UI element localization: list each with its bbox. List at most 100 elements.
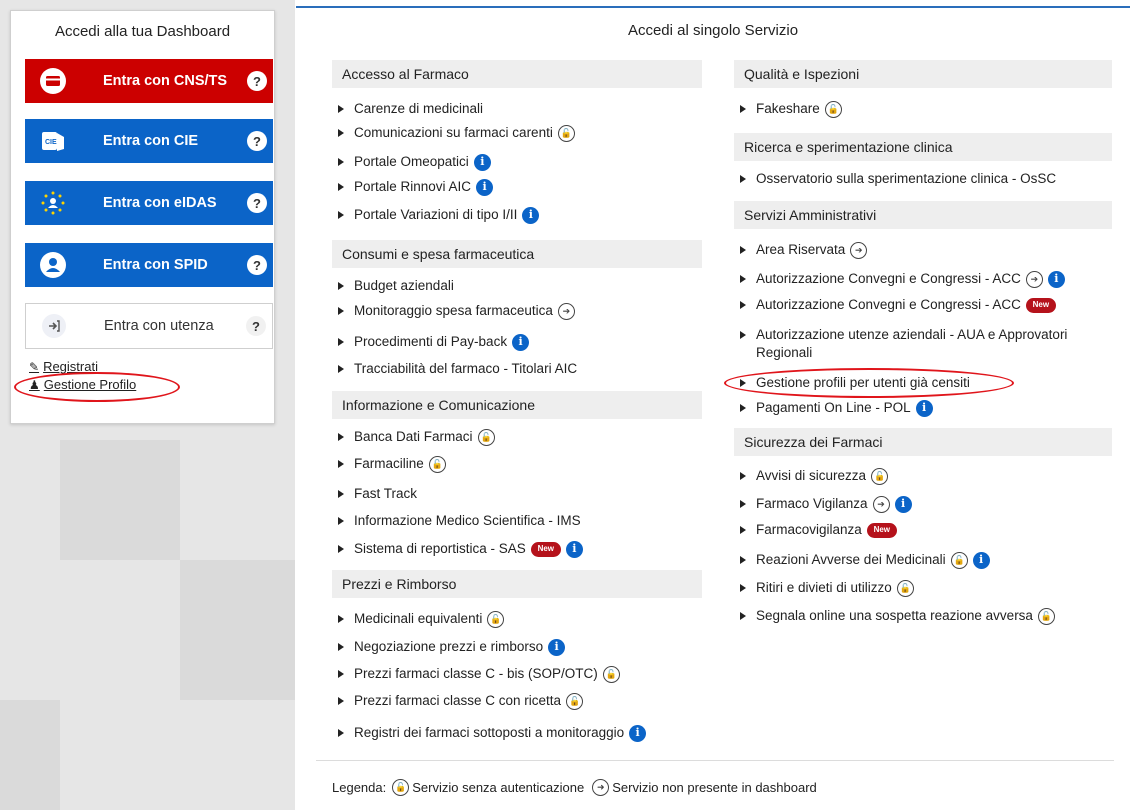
service-label-wrap: Farmaciline 🔓: [354, 455, 446, 473]
service-link[interactable]: Banca Dati Farmaci 🔓: [334, 428, 694, 446]
service-link[interactable]: Segnala online una sospetta reazione avv…: [736, 607, 1104, 625]
service-link[interactable]: Negoziazione prezzi e rimborso i: [334, 638, 694, 656]
service-link[interactable]: Farmaciline 🔓: [334, 455, 694, 473]
login-spid-button[interactable]: Entra con SPID ?: [25, 243, 273, 287]
service-link[interactable]: Area Riservata ➔: [736, 241, 1104, 259]
service-label: Ritiri e divieti di utilizzo: [756, 580, 892, 595]
service-label-wrap: Pagamenti On Line - POL i: [756, 399, 933, 417]
dashboard-panel: Accedi alla tua Dashboard Entra con CNS/…: [10, 10, 275, 424]
service-label: Budget aziendali: [354, 278, 454, 293]
bullet-triangle-icon: [338, 460, 344, 468]
service-link[interactable]: Monitoraggio spesa farmaceutica ➔: [334, 302, 694, 320]
lock-icon: 🔓: [487, 610, 505, 628]
bg-tile: [0, 700, 60, 810]
legend-lock-text: Servizio senza autenticazione: [412, 780, 585, 795]
lock-icon: 🔓: [824, 100, 842, 118]
service-link[interactable]: Farmacovigilanza New: [736, 521, 1104, 539]
section-header: Servizi Amministrativi: [734, 201, 1112, 229]
info-icon: i: [548, 638, 566, 656]
service-label-wrap: Gestione profili per utenti già censiti: [756, 374, 970, 392]
service-link[interactable]: Osservatorio sulla sperimentazione clini…: [736, 170, 1104, 188]
service-label-wrap: Prezzi farmaci classe C con ricetta 🔓: [354, 692, 584, 710]
bullet-triangle-icon: [740, 379, 746, 387]
service-label-wrap: Negoziazione prezzi e rimborso i: [354, 638, 566, 656]
service-label: Banca Dati Farmaci: [354, 429, 473, 444]
service-link[interactable]: Gestione profili per utenti già censiti: [736, 374, 1104, 392]
service-label: Autorizzazione utenze aziendali - AUA e …: [756, 327, 1068, 360]
service-label-wrap: Prezzi farmaci classe C - bis (SOP/OTC) 🔓: [354, 665, 620, 683]
bullet-triangle-icon: [338, 105, 344, 113]
top-accent-line: [296, 6, 1130, 8]
service-link[interactable]: Autorizzazione Convegni e Congressi - AC…: [736, 270, 1104, 288]
service-label-wrap: Avvisi di sicurezza 🔓: [756, 467, 889, 485]
service-link[interactable]: Registri dei farmaci sottoposti a monito…: [334, 724, 694, 742]
login-cns-button[interactable]: Entra con CNS/TS ?: [25, 59, 273, 103]
service-link[interactable]: Tracciabilità del farmaco - Titolari AIC: [334, 360, 694, 378]
service-link[interactable]: Avvisi di sicurezza 🔓: [736, 467, 1104, 485]
service-link[interactable]: Prezzi farmaci classe C - bis (SOP/OTC) 🔓: [334, 665, 694, 683]
service-link[interactable]: Carenze di medicinali: [334, 100, 694, 118]
bullet-triangle-icon: [338, 643, 344, 651]
legend-label: Legenda:: [332, 780, 387, 795]
help-icon[interactable]: ?: [247, 193, 267, 213]
bullet-triangle-icon: [338, 158, 344, 166]
service-link[interactable]: Reazioni Avverse dei Medicinali 🔓 i: [736, 551, 1104, 569]
lock-icon: 🔓: [428, 455, 446, 473]
service-label-wrap: Comunicazioni su farmaci carenti 🔓: [354, 124, 575, 142]
login-arrow-icon: ➔: [872, 495, 890, 513]
service-link[interactable]: Pagamenti On Line - POL i: [736, 399, 1104, 417]
service-label: Farmaciline: [354, 456, 424, 471]
service-label: Osservatorio sulla sperimentazione clini…: [756, 171, 1057, 186]
help-icon[interactable]: ?: [247, 71, 267, 91]
lock-icon: 🔓: [896, 579, 914, 597]
service-label: Farmaco Vigilanza: [756, 496, 868, 511]
service-link[interactable]: Medicinali equivalenti 🔓: [334, 610, 694, 628]
service-link[interactable]: Sistema di reportistica - SAS New i: [334, 540, 694, 558]
service-link[interactable]: Ritiri e divieti di utilizzo 🔓: [736, 579, 1104, 597]
service-label: Reazioni Avverse dei Medicinali: [756, 552, 946, 567]
service-label-wrap: Informazione Medico Scientifica - IMS: [354, 512, 581, 530]
service-link[interactable]: Prezzi farmaci classe C con ricetta 🔓: [334, 692, 694, 710]
info-icon: i: [894, 495, 912, 513]
login-utenza-button[interactable]: Entra con utenza ?: [25, 303, 273, 349]
service-link[interactable]: Budget aziendali: [334, 277, 694, 295]
info-icon: i: [522, 206, 540, 224]
new-badge: New: [530, 541, 561, 557]
service-label: Informazione Medico Scientifica - IMS: [354, 513, 581, 528]
help-icon[interactable]: ?: [247, 131, 267, 151]
service-label-wrap: Procedimenti di Pay-back i: [354, 333, 530, 351]
bullet-triangle-icon: [740, 526, 746, 534]
section-header: Ricerca e sperimentazione clinica: [734, 133, 1112, 161]
bullet-triangle-icon: [740, 612, 746, 620]
service-link[interactable]: Autorizzazione Convegni e Congressi - AC…: [736, 296, 1104, 314]
new-badge: New: [1025, 297, 1056, 313]
lock-icon: 🔓: [392, 779, 410, 796]
service-link[interactable]: Fast Track: [334, 485, 694, 503]
service-link[interactable]: Procedimenti di Pay-back i: [334, 333, 694, 351]
login-arrow-icon: ➔: [1025, 270, 1043, 288]
bullet-triangle-icon: [338, 211, 344, 219]
service-link[interactable]: Portale Variazioni di tipo I/II i: [334, 206, 694, 224]
service-link[interactable]: Autorizzazione utenze aziendali - AUA e …: [736, 326, 1104, 362]
login-cie-button[interactable]: CIE Entra con CIE ?: [25, 119, 273, 163]
service-label-wrap: Farmaco Vigilanza ➔ i: [756, 495, 912, 513]
service-link[interactable]: Farmaco Vigilanza ➔ i: [736, 495, 1104, 513]
service-link[interactable]: Portale Omeopatici i: [334, 153, 694, 171]
eidas-stars-icon: [37, 187, 69, 219]
login-arrow-icon: [38, 310, 70, 342]
service-link[interactable]: Comunicazioni su farmaci carenti 🔓: [334, 124, 694, 142]
service-label: Medicinali equivalenti: [354, 611, 483, 626]
login-eidas-button[interactable]: Entra con eIDAS ?: [25, 181, 273, 225]
service-link[interactable]: Fakeshare 🔓: [736, 100, 1104, 118]
annotation-ellipse: [14, 372, 180, 402]
legend-login-text: Servizio non presente in dashboard: [612, 780, 817, 795]
help-icon[interactable]: ?: [247, 255, 267, 275]
bullet-triangle-icon: [338, 697, 344, 705]
bg-tile: [60, 440, 180, 560]
bg-tile: [180, 560, 295, 700]
service-link[interactable]: Portale Rinnovi AIC i: [334, 178, 694, 196]
service-label: Autorizzazione Convegni e Congressi - AC…: [756, 271, 1021, 286]
bullet-triangle-icon: [740, 246, 746, 254]
service-link[interactable]: Informazione Medico Scientifica - IMS: [334, 512, 694, 530]
help-icon[interactable]: ?: [246, 316, 266, 336]
